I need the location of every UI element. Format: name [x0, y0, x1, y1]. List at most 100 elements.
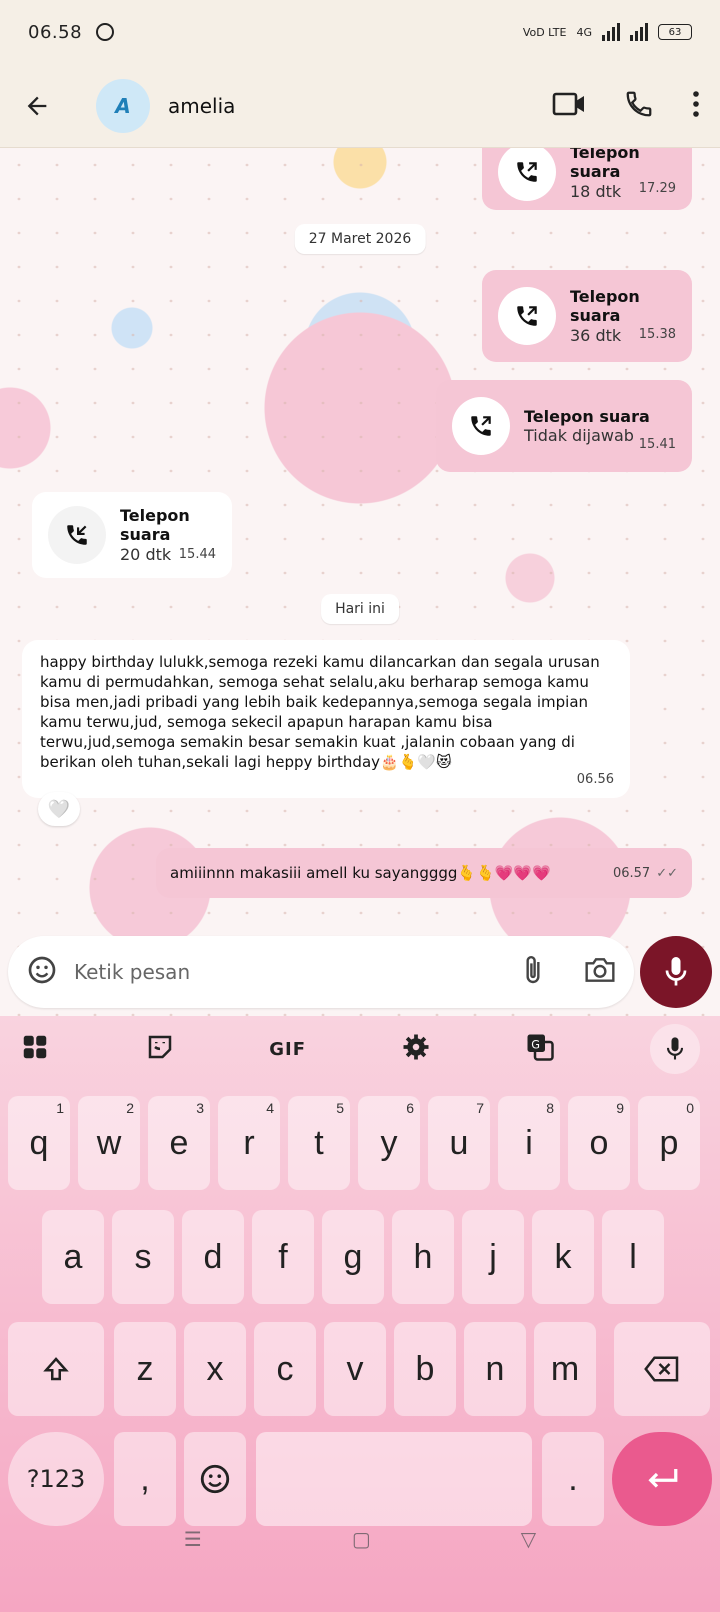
key-number-hint: 7 — [476, 1100, 484, 1116]
key-y[interactable]: y6 — [358, 1096, 420, 1190]
key-label: u — [449, 1123, 469, 1162]
incoming-message[interactable]: happy birthday lulukk,semoga rezeki kamu… — [22, 640, 630, 798]
battery-icon: 63 — [658, 24, 692, 40]
key-k[interactable]: k — [532, 1210, 594, 1304]
sticker-keyboard-icon[interactable] — [145, 1032, 175, 1066]
call-time: 15.44 — [178, 547, 216, 562]
key-label: a — [63, 1237, 83, 1276]
key-a[interactable]: a — [42, 1210, 104, 1304]
shift-key[interactable] — [8, 1322, 104, 1416]
key-g[interactable]: g — [322, 1210, 384, 1304]
nav-back-icon[interactable]: ▽ — [521, 1527, 536, 1551]
nav-menu-icon[interactable]: ☰ — [184, 1527, 202, 1551]
signal-icon-2 — [630, 23, 648, 41]
key-h[interactable]: h — [392, 1210, 454, 1304]
key-p[interactable]: p0 — [638, 1096, 700, 1190]
key-number-hint: 3 — [196, 1100, 204, 1116]
key-label: p — [659, 1123, 679, 1162]
date-chip-today: Hari ini — [321, 594, 399, 624]
key-label: i — [525, 1123, 533, 1162]
key-r[interactable]: r4 — [218, 1096, 280, 1190]
outgoing-message[interactable]: amiiinnn makasiii amell ku sayangggg🫰🫰💗💗… — [156, 848, 692, 898]
key-v[interactable]: v — [324, 1322, 386, 1416]
key-j[interactable]: j — [462, 1210, 524, 1304]
message-input-bar[interactable]: Ketik pesan — [8, 936, 634, 1008]
key-number-hint: 5 — [336, 1100, 344, 1116]
key-n[interactable]: n — [464, 1322, 526, 1416]
key-label: f — [278, 1237, 288, 1276]
key-label: x — [206, 1349, 224, 1388]
contact-name[interactable]: amelia — [168, 94, 235, 118]
key-s[interactable]: s — [112, 1210, 174, 1304]
message-time: 06.56 — [576, 772, 614, 787]
message-meta: 06.57 ✓✓ — [613, 866, 678, 881]
backspace-key[interactable] — [614, 1322, 710, 1416]
key-e[interactable]: e3 — [148, 1096, 210, 1190]
key-label: g — [343, 1237, 363, 1276]
keyboard-mic-icon[interactable] — [649, 1024, 700, 1074]
key-l[interactable]: l — [602, 1210, 664, 1304]
call-time: 15.38 — [638, 327, 676, 342]
key-d[interactable]: d — [182, 1210, 244, 1304]
video-call-icon[interactable] — [552, 90, 586, 122]
key-label: m — [550, 1349, 580, 1388]
key-z[interactable]: z — [114, 1322, 176, 1416]
message-input[interactable]: Ketik pesan — [74, 960, 190, 984]
call-bubble-top[interactable]: Telepon suara 18 dtk 17.29 — [482, 148, 692, 210]
shift-icon — [43, 1357, 69, 1381]
call-bubble-3[interactable]: Telepon suara Tidak dijawab 15.41 — [436, 380, 692, 472]
comma-label: , — [140, 1459, 150, 1498]
key-label: l — [629, 1237, 637, 1276]
status-bar: 06.58 VoD LTE 4G 63 — [0, 0, 720, 64]
key-label: z — [136, 1349, 154, 1388]
microphone-icon — [665, 957, 687, 986]
key-b[interactable]: b — [394, 1322, 456, 1416]
key-f[interactable]: f — [252, 1210, 314, 1304]
attach-icon[interactable] — [522, 954, 544, 990]
voice-record-button[interactable] — [640, 936, 712, 1008]
key-q[interactable]: q1 — [8, 1096, 70, 1190]
nav-home-icon[interactable]: ▢ — [352, 1527, 371, 1551]
sticker-icon[interactable] — [26, 954, 58, 990]
key-w[interactable]: w2 — [78, 1096, 140, 1190]
key-label: t — [314, 1123, 324, 1162]
back-arrow-icon[interactable] — [20, 89, 54, 123]
voice-call-icon[interactable] — [624, 89, 654, 123]
call-time: 17.29 — [638, 181, 676, 196]
camera-icon[interactable] — [584, 956, 616, 988]
avatar[interactable]: A — [96, 78, 150, 133]
key-c[interactable]: c — [254, 1322, 316, 1416]
outgoing-message-text: amiiinnn makasiii amell ku sayangggg🫰🫰💗💗… — [170, 864, 551, 882]
status-time: 06.58 — [28, 21, 83, 43]
apps-grid-icon[interactable] — [20, 1032, 50, 1066]
translate-icon[interactable]: G — [525, 1032, 555, 1066]
key-o[interactable]: o9 — [568, 1096, 630, 1190]
call-title: Telepon suara — [120, 506, 190, 545]
key-m[interactable]: m — [534, 1322, 596, 1416]
call-status: Tidak dijawab — [524, 426, 634, 445]
call-bubble-2[interactable]: Telepon suara 36 dtk 15.38 — [482, 270, 692, 362]
chat-header: A amelia — [0, 64, 720, 148]
call-bubble-incoming[interactable]: Telepon suara 20 dtk 15.44 — [32, 492, 232, 578]
key-t[interactable]: t5 — [288, 1096, 350, 1190]
avatar-letter: A — [115, 93, 131, 118]
key-number-hint: 1 — [56, 1100, 64, 1116]
settings-gear-icon[interactable] — [401, 1032, 431, 1066]
date-chip: 27 Maret 2026 — [294, 224, 426, 254]
volte-indicator: VoD LTE — [522, 25, 567, 39]
key-u[interactable]: u7 — [428, 1096, 490, 1190]
chat-area[interactable]: Telepon suara 18 dtk 17.29 27 Maret 2026… — [0, 148, 720, 1016]
key-x[interactable]: x — [184, 1322, 246, 1416]
outgoing-call-icon — [452, 397, 510, 455]
message-time: 06.57 — [612, 865, 651, 881]
enter-icon — [648, 1469, 678, 1488]
network-type: 4G — [576, 25, 592, 39]
reaction-heart[interactable]: 🤍 — [38, 792, 80, 826]
more-options-icon[interactable] — [692, 90, 700, 122]
key-label: r — [243, 1123, 255, 1162]
gif-button[interactable]: GIF — [269, 1039, 306, 1060]
key-i[interactable]: i8 — [498, 1096, 560, 1190]
signal-icon — [602, 23, 620, 41]
incoming-message-text: happy birthday lulukk,semoga rezeki kamu… — [40, 653, 600, 771]
key-label: w — [96, 1123, 122, 1162]
